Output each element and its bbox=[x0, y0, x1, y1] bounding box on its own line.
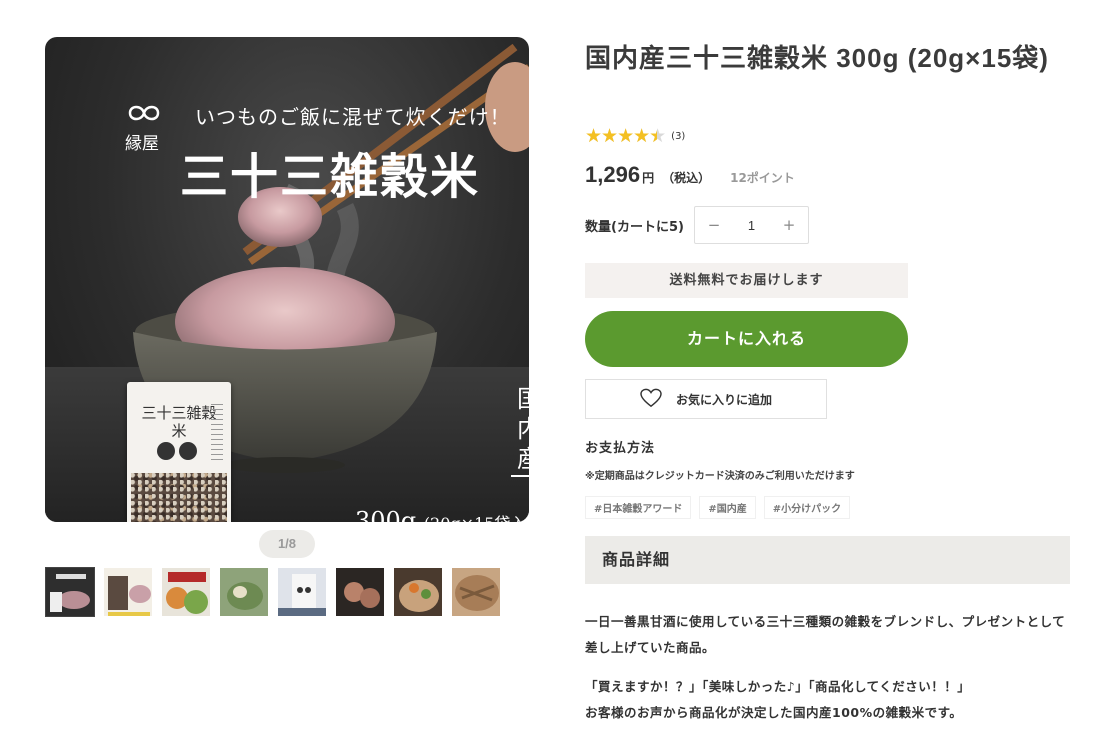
quantity-stepper: − + bbox=[694, 206, 809, 244]
tag-item[interactable]: #日本雑穀アワード bbox=[585, 496, 692, 519]
price-unit: 円 bbox=[642, 171, 655, 185]
tag-list: #日本雑穀アワード #国内産 #小分けパック bbox=[585, 496, 851, 519]
tag-item[interactable]: #国内産 bbox=[699, 496, 756, 519]
price-block: 1,296 円 （税込） 12ポイント bbox=[585, 162, 795, 188]
free-shipping-banner: 送料無料でお届けします bbox=[585, 263, 908, 298]
favorites-label: お気に入りに追加 bbox=[675, 392, 772, 407]
price-tax-note: （税込） bbox=[662, 171, 711, 185]
thumbnail-5[interactable] bbox=[277, 567, 327, 617]
package-badges bbox=[157, 442, 197, 460]
thumbnail-3[interactable] bbox=[161, 567, 211, 617]
review-count[interactable]: (3) bbox=[671, 131, 685, 142]
weight-label: 300g (20g×15袋入) bbox=[355, 507, 529, 522]
payment-note: ※定期商品はクレジットカード決済のみご利用いただけます bbox=[585, 471, 855, 482]
increase-quantity-button[interactable]: + bbox=[770, 216, 808, 234]
product-description-paragraph: 一日一善黒甘酒に使用している三十三種類の雑穀をブレンドし、プレゼントとして差し上… bbox=[585, 614, 1066, 655]
thumbnail-strip bbox=[45, 567, 501, 617]
product-rating[interactable]: ★★★★★ ★★★★★ (3) bbox=[585, 126, 685, 146]
heart-icon bbox=[640, 388, 662, 411]
package-image: 三十三雑穀米 bbox=[127, 382, 231, 522]
customer-quotes: 「買えますか！？」「美味しかった♪」「商品化してください！！」 bbox=[585, 679, 971, 694]
thumbnail-4[interactable] bbox=[219, 567, 269, 617]
catch-copy: いつものご飯に混ぜて炊くだけ！ bbox=[195, 105, 511, 129]
thumbnail-6[interactable] bbox=[335, 567, 385, 617]
thumbnail-7[interactable] bbox=[393, 567, 443, 617]
quantity-label: 数量(カートに5) bbox=[585, 220, 684, 235]
thumbnail-8[interactable] bbox=[451, 567, 501, 617]
thumbnail-1[interactable] bbox=[45, 567, 95, 617]
tag-item[interactable]: #小分けパック bbox=[763, 496, 851, 519]
weight-detail: (20g×15袋入) bbox=[424, 514, 529, 522]
thumbnail-2[interactable] bbox=[103, 567, 153, 617]
image-pager: 1/8 bbox=[259, 530, 315, 558]
origin-vertical-text: 国内産 bbox=[515, 384, 529, 474]
brand-name: 縁屋 bbox=[125, 134, 159, 154]
weight-value: 300g bbox=[355, 507, 417, 522]
divider bbox=[511, 475, 529, 477]
decrease-quantity-button[interactable]: − bbox=[695, 216, 733, 234]
reward-points: 12ポイント bbox=[730, 171, 795, 185]
product-details-heading[interactable]: 商品詳細 bbox=[585, 536, 1070, 584]
image-headline: 三十三雑穀米 bbox=[180, 149, 481, 205]
package-text-lines bbox=[211, 404, 223, 464]
product-main-image[interactable]: 縁屋 いつものご飯に混ぜて炊くだけ！ 三十三雑穀米 国内産 300g (20g×… bbox=[45, 37, 529, 522]
payment-method-heading: お支払方法 bbox=[585, 441, 656, 456]
package-grains bbox=[131, 473, 227, 522]
product-title: 国内産三十三雑穀米 300g (20g×15袋) bbox=[585, 43, 1049, 73]
package-title: 三十三雑穀米 bbox=[141, 404, 217, 440]
star-rating-icon: ★★★★★ ★★★★★ bbox=[585, 125, 666, 147]
description-line: お客様のお声から商品化が決定した国内産100%の雑穀米です。 bbox=[585, 705, 963, 720]
quantity-input[interactable] bbox=[733, 217, 770, 233]
add-to-cart-button[interactable]: カートに入れる bbox=[585, 311, 908, 367]
price-value: 1,296 bbox=[585, 162, 641, 187]
product-description-paragraph: 「買えますか！？」「美味しかった♪」「商品化してください！！」 お客様のお声から… bbox=[585, 674, 1075, 726]
add-to-favorites-button[interactable]: お気に入りに追加 bbox=[585, 379, 827, 419]
